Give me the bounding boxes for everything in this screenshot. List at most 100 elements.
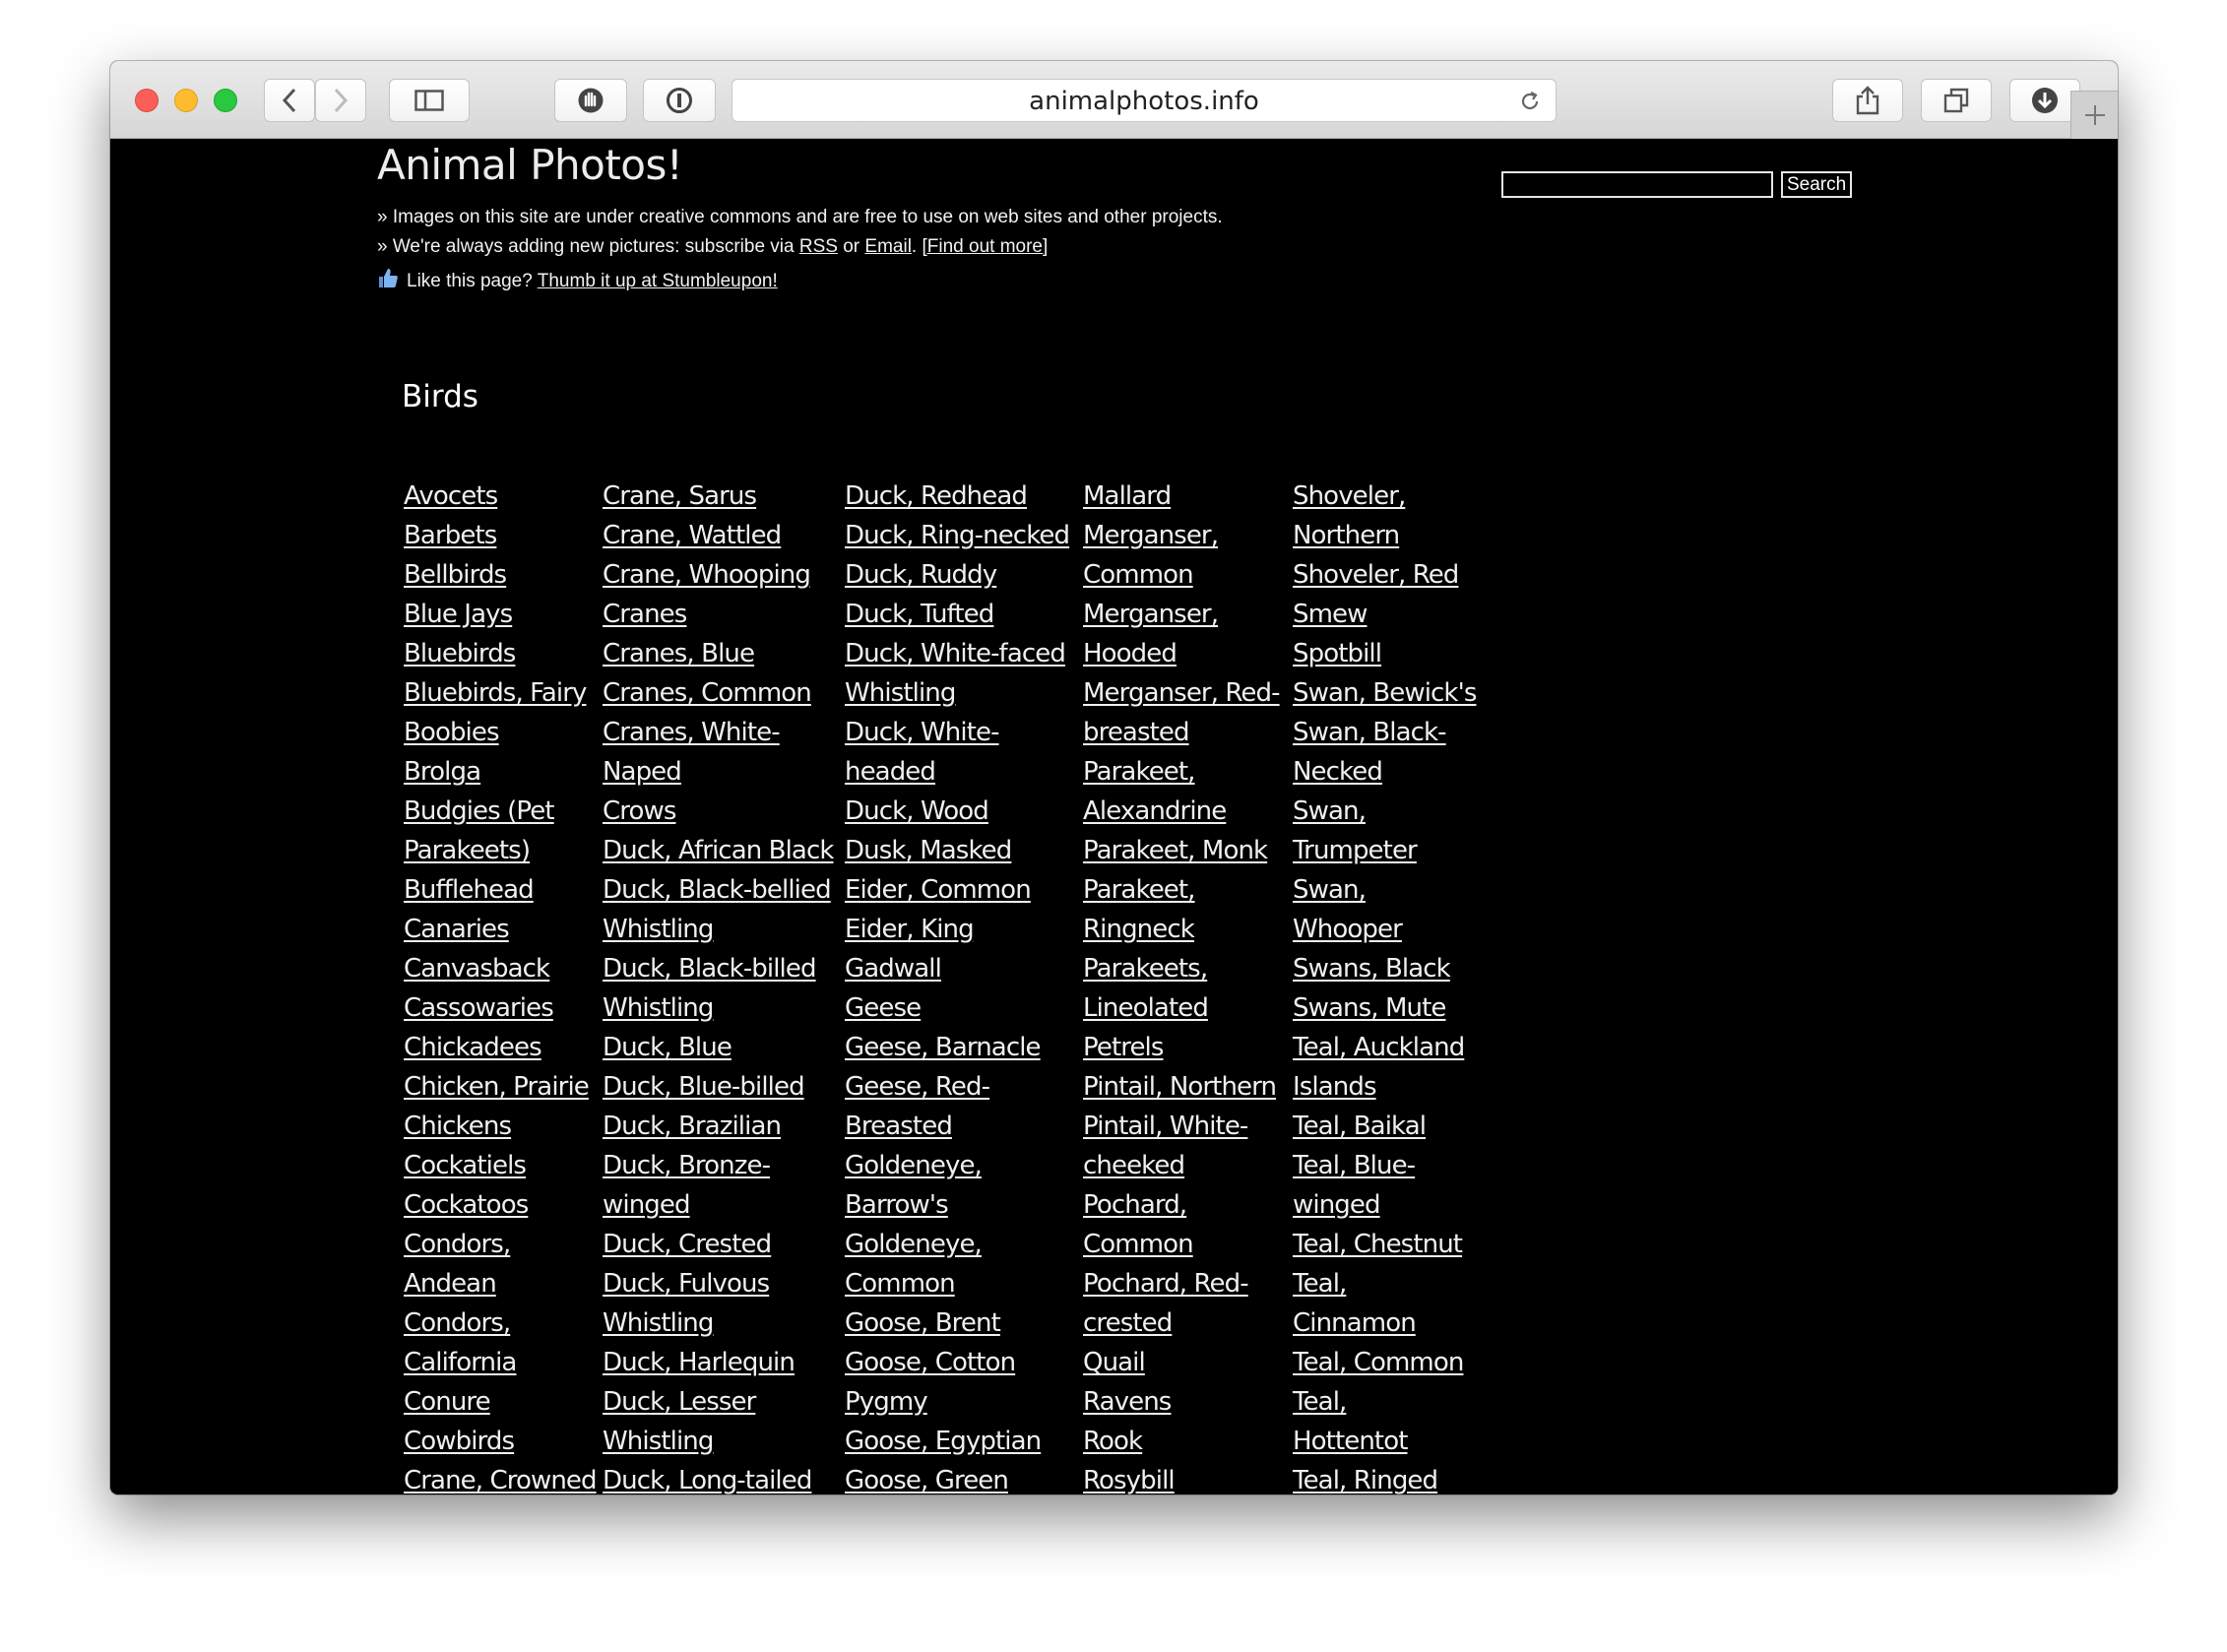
- bird-link[interactable]: Duck, Black-billed: [603, 949, 834, 988]
- bird-link[interactable]: Cowbirds: [404, 1422, 597, 1461]
- bird-link[interactable]: Breasted: [845, 1107, 1069, 1146]
- bird-link[interactable]: Duck, Brazilian: [603, 1107, 834, 1146]
- bird-link[interactable]: Teal, Ringed: [1293, 1461, 1476, 1494]
- bird-link[interactable]: Duck, Ring-necked: [845, 516, 1070, 555]
- bird-link[interactable]: Whistling: [603, 1422, 834, 1461]
- bird-link[interactable]: Duck, Blue: [603, 1028, 834, 1067]
- bird-link[interactable]: Chickens: [404, 1107, 597, 1146]
- bird-link[interactable]: Goose, Brent: [845, 1303, 1069, 1343]
- bird-link[interactable]: Whistling: [845, 673, 1069, 713]
- search-button[interactable]: Search: [1781, 171, 1853, 198]
- bird-link[interactable]: Rook: [1083, 1422, 1280, 1461]
- bird-link[interactable]: Cranes, Blue: [603, 634, 834, 673]
- bird-link[interactable]: Parakeet,: [1083, 752, 1280, 792]
- bird-link[interactable]: Ravens: [1083, 1382, 1280, 1422]
- forward-button[interactable]: [315, 79, 366, 122]
- bird-link[interactable]: crested: [1083, 1303, 1280, 1343]
- bird-link[interactable]: Ringneck: [1083, 910, 1280, 949]
- bird-link[interactable]: Geese, Barnacle: [845, 1028, 1069, 1067]
- bird-link[interactable]: Teal, Baikal: [1293, 1107, 1476, 1146]
- bird-link[interactable]: Teal, Common: [1293, 1343, 1476, 1382]
- bird-link[interactable]: Duck, Long-tailed: [603, 1461, 834, 1494]
- bird-link[interactable]: Barbets: [404, 516, 597, 555]
- bird-link[interactable]: Bellbirds: [404, 555, 597, 595]
- bird-link[interactable]: Shoveler, Red: [1293, 555, 1476, 595]
- bird-link[interactable]: Teal,: [1293, 1264, 1476, 1303]
- bird-link[interactable]: Bluebirds: [404, 634, 597, 673]
- bird-link[interactable]: Islands: [1293, 1067, 1476, 1107]
- bird-link[interactable]: Parakeets): [404, 831, 597, 870]
- bird-link[interactable]: Whistling: [603, 910, 834, 949]
- email-link[interactable]: Email: [864, 236, 912, 257]
- bird-link[interactable]: Canaries: [404, 910, 597, 949]
- bird-link[interactable]: Swans, Black: [1293, 949, 1476, 988]
- search-input[interactable]: [1501, 171, 1773, 198]
- bird-link[interactable]: Parakeet, Monk: [1083, 831, 1280, 870]
- bird-link[interactable]: Smew: [1293, 595, 1476, 634]
- bird-link[interactable]: Gadwall: [845, 949, 1069, 988]
- bird-link[interactable]: Condors,: [404, 1303, 597, 1343]
- bird-link[interactable]: Eider, Common: [845, 870, 1069, 910]
- bird-link[interactable]: Condors,: [404, 1225, 597, 1264]
- bird-link[interactable]: Hottentot: [1293, 1422, 1476, 1461]
- bird-link[interactable]: Merganser,: [1083, 595, 1280, 634]
- bird-link[interactable]: Canvasback: [404, 949, 597, 988]
- bird-link[interactable]: Goldeneye,: [845, 1225, 1069, 1264]
- close-window-button[interactable]: [135, 89, 159, 112]
- reload-icon[interactable]: [1518, 90, 1542, 113]
- bird-link[interactable]: Parakeets,: [1083, 949, 1280, 988]
- bird-link[interactable]: Crane, Sarus: [603, 477, 834, 516]
- bird-link[interactable]: Bufflehead: [404, 870, 597, 910]
- zoom-window-button[interactable]: [214, 89, 237, 112]
- share-button[interactable]: [1832, 79, 1903, 122]
- stumbleupon-link[interactable]: Thumb it up at Stumbleupon!: [538, 271, 778, 291]
- bird-link[interactable]: Crane, Wattled: [603, 516, 834, 555]
- bird-link[interactable]: Pochard,: [1083, 1185, 1280, 1225]
- bird-link[interactable]: Bluebirds, Fairy: [404, 673, 597, 713]
- bird-link[interactable]: Duck, Ruddy: [845, 555, 1069, 595]
- bird-link[interactable]: Teal, Chestnut: [1293, 1225, 1476, 1264]
- bird-link[interactable]: California: [404, 1343, 597, 1382]
- bird-link[interactable]: Whistling: [603, 988, 834, 1028]
- bird-link[interactable]: Duck, Harlequin: [603, 1343, 834, 1382]
- bird-link[interactable]: winged: [603, 1185, 834, 1225]
- bird-link[interactable]: Boobies: [404, 713, 597, 752]
- bird-link[interactable]: Common: [1083, 1225, 1280, 1264]
- bird-link[interactable]: Geese: [845, 988, 1069, 1028]
- bird-link[interactable]: Eider, King: [845, 910, 1069, 949]
- bird-link[interactable]: Cockatiels: [404, 1146, 597, 1185]
- bird-link[interactable]: Goose, Cotton: [845, 1343, 1069, 1382]
- bird-link[interactable]: Geese, Red-: [845, 1067, 1069, 1107]
- bird-link[interactable]: Trumpeter: [1293, 831, 1476, 870]
- bird-link[interactable]: Brolga: [404, 752, 597, 792]
- bird-link[interactable]: Pintail, Northern: [1083, 1067, 1280, 1107]
- bird-link[interactable]: Goose, Egyptian: [845, 1422, 1069, 1461]
- bird-link[interactable]: Avocets: [404, 477, 597, 516]
- bird-link[interactable]: Andean: [404, 1264, 597, 1303]
- bird-link[interactable]: Parakeet,: [1083, 870, 1280, 910]
- address-bar[interactable]: animalphotos.info: [732, 79, 1557, 122]
- bird-link[interactable]: Cassowaries: [404, 988, 597, 1028]
- bird-link[interactable]: Dusk, Masked: [845, 831, 1069, 870]
- bird-link[interactable]: Swan,: [1293, 792, 1476, 831]
- bird-link[interactable]: Northern: [1293, 516, 1476, 555]
- bird-link[interactable]: Pygmy: [845, 1382, 1069, 1422]
- bird-link[interactable]: Pintail, White-: [1083, 1107, 1280, 1146]
- bird-link[interactable]: Duck, African Black: [603, 831, 834, 870]
- bird-link[interactable]: Cranes: [603, 595, 834, 634]
- bird-link[interactable]: Swans, Mute: [1293, 988, 1476, 1028]
- bird-link[interactable]: Swan, Black-: [1293, 713, 1476, 752]
- bird-link[interactable]: Merganser, Red-: [1083, 673, 1281, 713]
- bird-link[interactable]: Common: [845, 1264, 1069, 1303]
- bird-link[interactable]: Naped: [603, 752, 834, 792]
- bird-link[interactable]: Spotbill: [1293, 634, 1476, 673]
- bird-link[interactable]: Cockatoos: [404, 1185, 597, 1225]
- tabs-overview-button[interactable]: [1921, 79, 1992, 122]
- sidebar-toggle-button[interactable]: [389, 79, 470, 122]
- bird-link[interactable]: Alexandrine: [1083, 792, 1280, 831]
- bird-link[interactable]: Quail: [1083, 1343, 1280, 1382]
- bird-link[interactable]: Duck, Blue-billed: [603, 1067, 834, 1107]
- bird-link[interactable]: Merganser,: [1083, 516, 1280, 555]
- bird-link[interactable]: breasted: [1083, 713, 1280, 752]
- bird-link[interactable]: headed: [845, 752, 1069, 792]
